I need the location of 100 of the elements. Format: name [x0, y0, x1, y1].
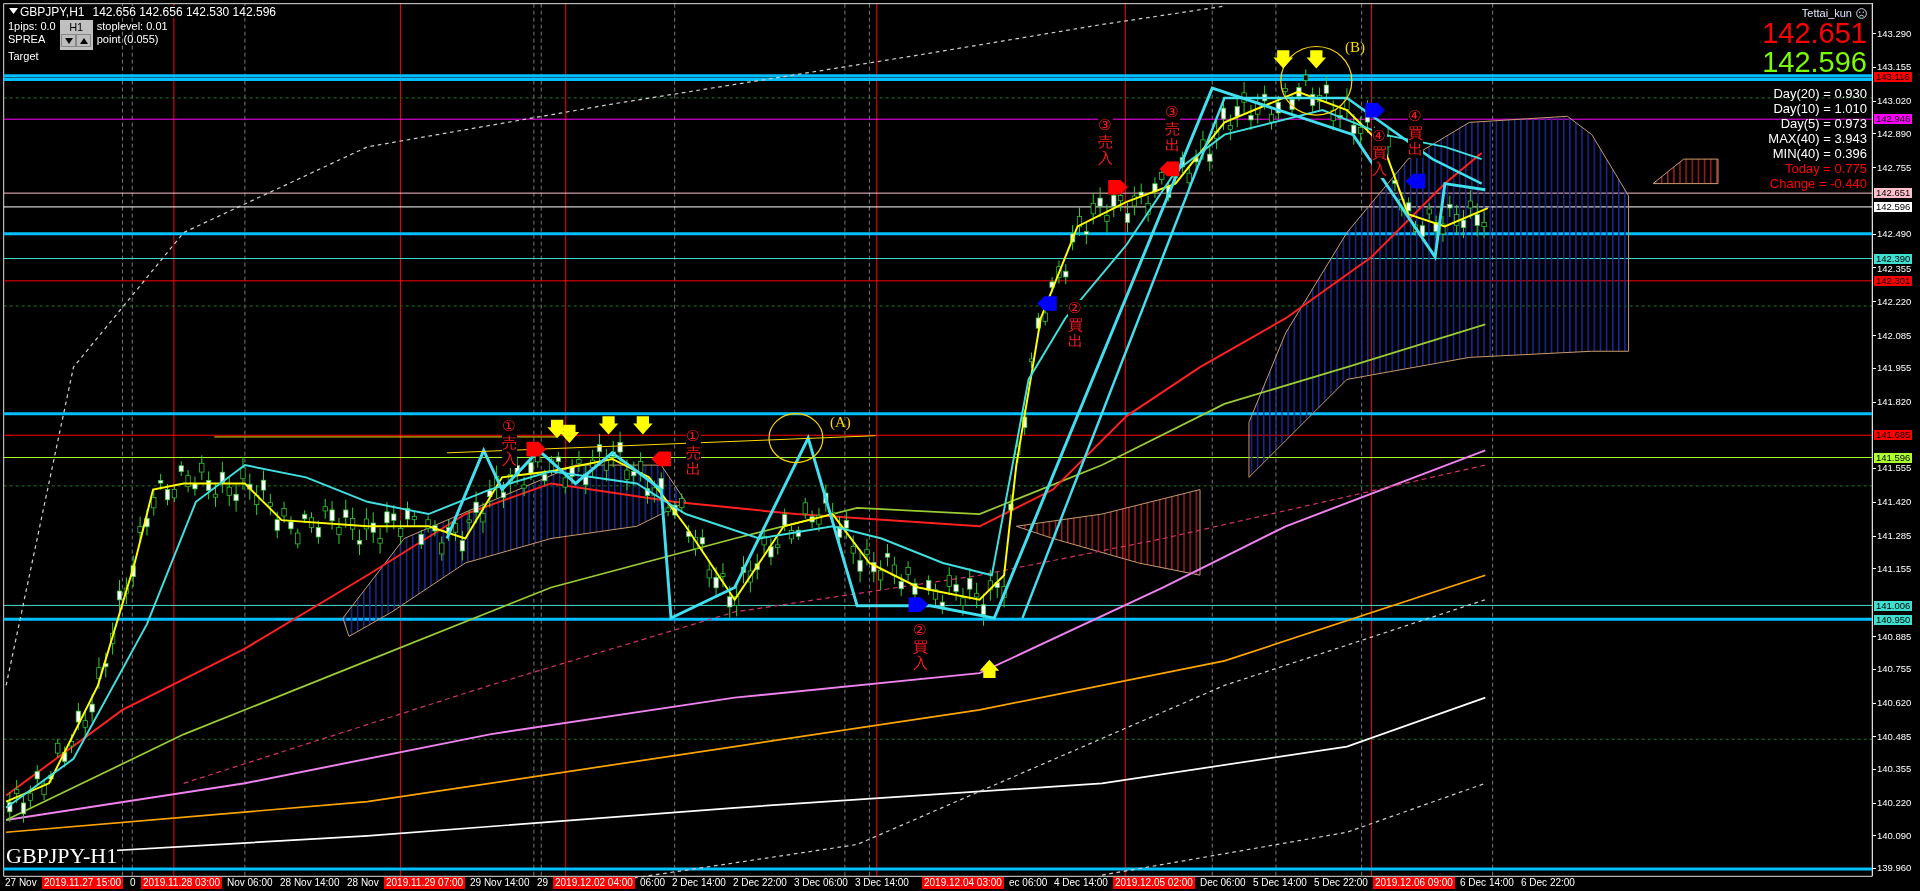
- time-tick-label: 2019.11.27 15:00: [42, 877, 124, 889]
- right-arrow-icon: [1108, 179, 1128, 195]
- trade-annotation: ②買入: [913, 622, 928, 672]
- left-arrow-icon: [1037, 296, 1057, 311]
- down-button[interactable]: [61, 34, 77, 47]
- time-tick-label: 2019.12.02 04:00: [553, 877, 635, 889]
- price-tag: 141.685: [1874, 430, 1913, 441]
- price-tag: 141.596: [1874, 452, 1913, 463]
- right-arrow-icon: [908, 597, 929, 612]
- wave-label: (A): [830, 415, 851, 430]
- price-tick-label: 143.155: [1877, 62, 1912, 72]
- time-tick-label: 28 Nov: [346, 877, 380, 889]
- time-tick-label: 3 Dec 06:00: [793, 877, 849, 889]
- time-tick-label: 2019.12.05 02:00: [1113, 877, 1195, 889]
- down-arrow-icon: [559, 424, 580, 444]
- price-tick-label: 142.220: [1877, 296, 1912, 306]
- price-tick-label: 140.755: [1877, 664, 1912, 674]
- time-tick-label: 2019.11.28 03:00: [141, 877, 223, 889]
- stat-text: Day(5) = 0.973: [1780, 116, 1867, 131]
- chart-symbol-title: GBPJPY,H1: [20, 6, 85, 18]
- down-arrow-icon: [1306, 50, 1327, 69]
- stat-text: MIN(40) = 0.396: [1772, 146, 1867, 161]
- price-tag: 141.006: [1874, 600, 1913, 611]
- left-arrow-icon: [651, 451, 671, 467]
- price-tick-label: 143.290: [1877, 28, 1912, 38]
- trade-annotation: ④買出: [1408, 108, 1423, 158]
- time-tick-label: Dec 06:00: [1199, 877, 1247, 889]
- stat-text: MAX(40) = 3.943: [1768, 131, 1867, 146]
- price-tick-label: 141.820: [1877, 397, 1912, 407]
- price-tick-label: 141.285: [1877, 531, 1912, 541]
- time-tick-label: 2 Dec 22:00: [732, 877, 788, 889]
- right-arrow-icon: [526, 441, 547, 457]
- price-tag: 142.651: [1874, 188, 1913, 199]
- trade-annotation: ②買出: [1068, 300, 1083, 350]
- up-caret-icon: [79, 37, 88, 44]
- time-tick-label: 6 Dec 14:00: [1459, 877, 1515, 889]
- price-tick-label: 140.620: [1877, 698, 1912, 707]
- price-tick-label: 142.085: [1877, 330, 1912, 340]
- trade-annotation: ④買入: [1372, 128, 1387, 178]
- trade-annotation: ③売出: [1165, 104, 1180, 154]
- time-tick-label: Nov 06:00: [226, 877, 274, 889]
- time-tick-label: ec 06:00: [1008, 877, 1049, 889]
- left-arrow-icon: [1405, 173, 1426, 189]
- time-tick-label: 5 Dec 14:00: [1252, 877, 1308, 889]
- price-tick-label: 142.890: [1877, 128, 1912, 138]
- time-tick-label: 2019.12.06 09:00: [1373, 877, 1455, 889]
- down-arrow-icon: [1273, 50, 1294, 69]
- time-tick-label: 29 Nov 14:00: [469, 877, 531, 889]
- ohlc-quote: 142.656 142.656 142.530 142.596: [92, 6, 276, 18]
- price-tick-label: 143.020: [1877, 96, 1912, 106]
- stat-text: Today = 0.775: [1784, 161, 1867, 176]
- price-tick-label: 140.355: [1877, 764, 1912, 774]
- price-tick-label: 140.220: [1877, 798, 1912, 808]
- info-text: point (0.055): [96, 33, 160, 46]
- time-tick-label: 27 Nov: [4, 877, 38, 889]
- time-tick-label: 2019.12.04 03:00: [922, 877, 1004, 889]
- account-name: Tettai_kun: [1801, 8, 1852, 19]
- trade-annotation: ①売出: [686, 428, 701, 478]
- price-display: 142.596: [1762, 48, 1867, 77]
- price-tag: 142.301: [1874, 276, 1913, 286]
- time-tick-label: 2 Dec 14:00: [671, 877, 727, 889]
- time-tick-label: 29: [536, 877, 550, 889]
- up-arrow-icon: [979, 659, 1000, 679]
- time-tick-label: 4 Dec 14:00: [1053, 877, 1109, 889]
- frown-face-icon: [1856, 8, 1867, 19]
- highlight-circle: [768, 413, 824, 464]
- time-tick-label: 2019.11.29 07:00: [384, 877, 466, 889]
- info-text: SPREA: [8, 33, 47, 46]
- price-tag: 142.596: [1874, 202, 1913, 212]
- stat-text: Day(10) = 1.010: [1773, 101, 1867, 116]
- price-tick-label: 141.155: [1877, 563, 1912, 573]
- price-display: 142.651: [1762, 19, 1867, 48]
- time-tick-label: 06:00: [639, 877, 667, 889]
- down-caret-icon: [64, 37, 73, 44]
- price-tick-label: 141.555: [1877, 463, 1912, 473]
- price-tick-label: 142.490: [1877, 229, 1912, 239]
- info-text: 1pips: 0.0: [8, 20, 56, 33]
- price-tick-label: 142.355: [1877, 264, 1912, 274]
- price-tag: 140.950: [1874, 614, 1913, 625]
- up-button[interactable]: [76, 34, 92, 47]
- trade-annotation: ①売入: [502, 418, 517, 468]
- price-tick-label: 141.955: [1877, 363, 1912, 373]
- down-arrow-icon: [598, 416, 619, 435]
- info-text: stoplevel: 0.01: [96, 20, 168, 33]
- time-tick-label: 6 Dec 22:00: [1520, 877, 1576, 889]
- time-tick-label: 3 Dec 14:00: [854, 877, 910, 889]
- price-tick-label: 140.885: [1877, 631, 1912, 641]
- trade-annotation: ③売入: [1098, 117, 1113, 167]
- stat-text: Change = -0.440: [1769, 176, 1867, 191]
- time-tick-label: 0: [129, 877, 137, 889]
- price-tick-label: 140.090: [1877, 830, 1912, 840]
- time-tick-label: 28 Nov 14:00: [279, 877, 341, 889]
- price-tag: 142.390: [1874, 253, 1913, 264]
- info-text: Target: [8, 50, 40, 63]
- time-tick-label: 5 Dec 22:00: [1313, 877, 1369, 889]
- wave-label: (B): [1345, 40, 1365, 55]
- right-arrow-icon: [1365, 102, 1385, 118]
- price-tick-label: 139.960: [1877, 863, 1912, 873]
- dropdown-caret-icon[interactable]: [9, 8, 18, 14]
- price-tag: 142.946: [1874, 114, 1913, 125]
